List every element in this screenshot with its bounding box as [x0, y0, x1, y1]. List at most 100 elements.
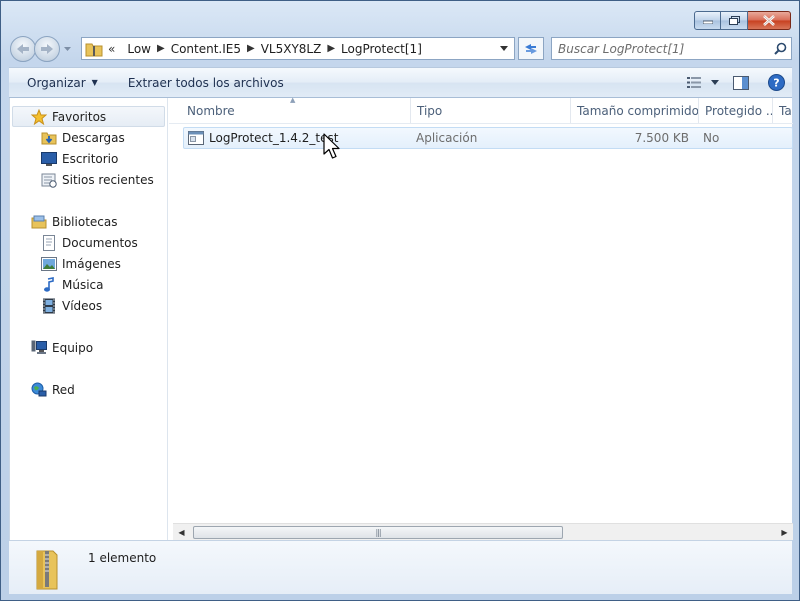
column-header-ta[interactable]: Ta [773, 98, 793, 123]
search-box [551, 37, 792, 60]
scroll-track[interactable]: ||| [190, 524, 776, 540]
libraries-group: Bibliotecas Documentos Imágenes Música V… [10, 211, 167, 316]
sidebar-item-label: Imágenes [62, 256, 121, 271]
recent-pages-button[interactable] [62, 39, 72, 59]
sidebar-item-label: Red [52, 382, 75, 397]
preview-pane-button[interactable] [722, 68, 760, 97]
sidebar-item-label: Favoritos [52, 109, 107, 124]
address-history-button[interactable] [494, 38, 514, 59]
star-icon [30, 108, 47, 125]
breadcrumb-item[interactable]: LogProtect[1] [341, 42, 422, 56]
sidebar-item-label: Bibliotecas [52, 214, 118, 229]
search-button[interactable] [769, 42, 791, 55]
close-button[interactable] [748, 11, 791, 30]
navigation-pane: Favoritos Descargas Escritorio Sitios re… [10, 98, 168, 540]
view-options-button[interactable] [708, 68, 722, 97]
maximize-button[interactable] [721, 11, 748, 30]
mouse-cursor-icon [323, 133, 340, 159]
chevron-down-icon: ▼ [91, 78, 98, 87]
scroll-thumb[interactable]: ||| [193, 526, 563, 539]
breadcrumb-overflow[interactable]: « [108, 42, 115, 56]
sidebar-item-bibliotecas[interactable]: Bibliotecas [10, 211, 167, 232]
refresh-button[interactable] [518, 37, 544, 60]
sidebar-item-label: Música [62, 277, 104, 292]
extract-all-label: Extraer todos los archivos [127, 75, 284, 90]
breadcrumb-item[interactable]: VL5XY8LZ [261, 42, 322, 56]
videos-icon [40, 298, 57, 314]
extract-all-button[interactable]: Extraer todos los archivos [108, 68, 294, 97]
column-header-tipo[interactable]: Tipo [411, 98, 571, 123]
column-header-label: Ta [779, 103, 792, 118]
column-header-tamano-comprimido[interactable]: Tamaño comprimido [571, 98, 699, 123]
scroll-right-button[interactable]: ▶ [776, 524, 793, 541]
downloads-folder-icon [40, 130, 57, 146]
breadcrumb-item[interactable]: Content.IE5 [171, 42, 241, 56]
horizontal-scrollbar[interactable]: ◀ ||| ▶ [173, 523, 793, 540]
sidebar-item-descargas[interactable]: Descargas [10, 127, 167, 148]
chevron-down-icon [711, 80, 719, 85]
history-buttons [10, 36, 72, 62]
breadcrumb-separator-icon[interactable]: ▶ [247, 43, 255, 54]
search-icon [773, 42, 786, 55]
main-pane: Favoritos Descargas Escritorio Sitios re… [9, 96, 793, 540]
details-view-icon [687, 77, 701, 88]
close-icon [763, 15, 775, 26]
forward-button[interactable] [34, 36, 60, 62]
file-name: LogProtect_1.4.2_test [209, 131, 339, 145]
help-button[interactable]: ? [760, 68, 792, 97]
sidebar-item-label: Documentos [62, 235, 138, 250]
zip-folder-icon [36, 550, 58, 590]
sidebar-item-red[interactable]: Red [10, 379, 167, 400]
application-icon [188, 131, 204, 145]
view-controls: ? [680, 68, 792, 97]
search-input[interactable] [558, 41, 769, 56]
sidebar-item-favoritos[interactable]: Favoritos [12, 106, 165, 127]
sidebar-item-sitios-recientes[interactable]: Sitios recientes [10, 169, 167, 190]
documents-icon [40, 234, 57, 251]
sidebar-item-imagenes[interactable]: Imágenes [10, 253, 167, 274]
file-type: Aplicación [416, 131, 478, 145]
table-row[interactable]: LogProtect_1.4.2_test Aplicación 7.500 K… [183, 127, 793, 149]
file-name-cell: LogProtect_1.4.2_test [184, 128, 412, 148]
breadcrumb-separator-icon[interactable]: ▶ [327, 43, 335, 54]
organize-label: Organizar [27, 75, 86, 90]
caption-buttons [694, 11, 791, 30]
sidebar-item-escritorio[interactable]: Escritorio [10, 148, 167, 169]
details-pane: 1 elemento [9, 540, 792, 594]
organize-button[interactable]: Organizar ▼ [9, 68, 108, 97]
column-header-label: Protegido ... [705, 103, 773, 118]
address-bar[interactable]: « Low ▶ Content.IE5 ▶ VL5XY8LZ ▶ LogProt… [81, 37, 515, 60]
svg-text:?: ? [773, 77, 779, 90]
refresh-icon [525, 43, 537, 54]
breadcrumb-separator-icon[interactable]: ▶ [157, 43, 165, 54]
music-icon [40, 276, 57, 293]
item-count: 1 elemento [88, 551, 157, 565]
favorites-group: Favoritos Descargas Escritorio Sitios re… [10, 106, 167, 190]
minimize-icon [702, 20, 713, 24]
chevron-down-icon [500, 46, 508, 51]
maximize-icon [728, 16, 740, 25]
change-view-button[interactable] [680, 68, 708, 97]
scroll-left-button[interactable]: ◀ [173, 524, 190, 541]
column-header-protegido[interactable]: Protegido ... [699, 98, 773, 123]
file-size: 7.500 KB [634, 131, 689, 145]
computer-icon [30, 340, 47, 356]
sidebar-item-videos[interactable]: Vídeos [10, 295, 167, 316]
recent-places-icon [40, 172, 57, 188]
desktop-icon [40, 151, 57, 167]
explorer-window: « Low ▶ Content.IE5 ▶ VL5XY8LZ ▶ LogProt… [0, 0, 800, 601]
column-header-label: Nombre [187, 103, 235, 118]
sidebar-item-musica[interactable]: Música [10, 274, 167, 295]
preview-pane-icon [733, 75, 749, 90]
sidebar-item-equipo[interactable]: Equipo [10, 337, 167, 358]
back-button[interactable] [10, 36, 36, 62]
sidebar-item-label: Descargas [62, 130, 125, 145]
sort-ascending-icon: ▲ [290, 96, 296, 104]
minimize-button[interactable] [694, 11, 721, 30]
breadcrumb-item[interactable]: Low [127, 42, 151, 56]
library-icon [30, 214, 47, 230]
sidebar-item-documentos[interactable]: Documentos [10, 232, 167, 253]
zip-folder-icon [85, 43, 103, 56]
